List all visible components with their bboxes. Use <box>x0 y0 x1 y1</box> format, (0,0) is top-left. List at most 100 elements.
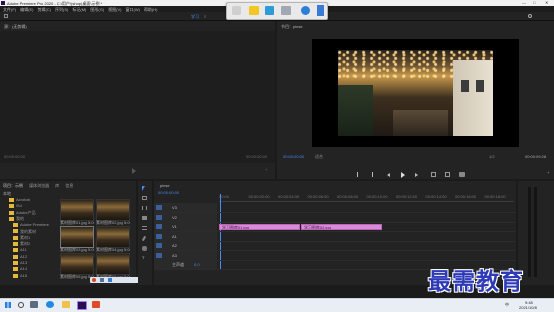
media-thumbnail[interactable] <box>60 199 94 221</box>
hand-icon[interactable] <box>142 246 147 251</box>
folder-item[interactable]: A12 <box>13 254 27 260</box>
folder-item[interactable]: A11 <box>13 247 27 253</box>
premiere-taskbar-icon[interactable] <box>77 301 87 310</box>
folder-item[interactable]: 素材1 <box>13 235 30 241</box>
mark-out-icon[interactable] <box>369 172 373 177</box>
close-button[interactable]: ✕ <box>545 0 548 5</box>
play-icon[interactable] <box>401 172 405 178</box>
timeline-clip[interactable]: 学习图库02.jpg <box>300 223 382 230</box>
new-item-icon[interactable] <box>100 278 104 282</box>
track-header[interactable]: A1 <box>154 231 217 241</box>
program-quality-select[interactable]: 1/2 <box>489 154 495 159</box>
pin-icon[interactable] <box>232 6 241 15</box>
media-thumbnail[interactable] <box>96 199 130 221</box>
folder-icon <box>9 204 14 209</box>
track-target-icon[interactable] <box>156 243 162 248</box>
track-header[interactable]: V1 <box>154 222 217 231</box>
project-tab-media[interactable]: 媒体浏览器 <box>29 183 49 188</box>
program-fit-select[interactable]: 适合 <box>315 154 323 160</box>
project-tab-info[interactable]: 信息 <box>65 183 73 188</box>
source-timecode-left: 00:00:00:00 <box>4 154 26 159</box>
folder-item[interactable]: 素材2 <box>13 241 30 247</box>
track-header[interactable]: V3 <box>154 203 217 212</box>
extract-icon[interactable] <box>445 172 450 177</box>
note-icon[interactable] <box>249 6 259 15</box>
taskbar-search-icon[interactable] <box>18 302 24 308</box>
collapse-icon[interactable] <box>317 5 324 16</box>
track-target-icon[interactable] <box>156 224 162 229</box>
program-tab[interactable]: 节目：pinse <box>281 24 303 30</box>
folder-label: iSd <box>16 203 22 209</box>
minimize-button[interactable]: — <box>522 0 526 5</box>
track-header[interactable]: V2 <box>154 212 217 222</box>
folder-icon <box>13 235 18 240</box>
folder-item[interactable]: A14 <box>13 266 27 272</box>
media-thumbnail[interactable] <box>60 226 94 248</box>
clock-date: 2021/10/8 <box>519 305 537 310</box>
ruler-tick: 00:00:08:00 <box>337 194 359 199</box>
search-icon[interactable] <box>528 14 532 18</box>
screenshot-icon[interactable] <box>281 6 291 15</box>
folder-item[interactable]: Adobe Premiere <box>13 222 49 228</box>
project-tabs: 项目：示例 媒体浏览器 库 信息 <box>3 183 73 189</box>
type-tool-icon[interactable]: T <box>142 255 144 260</box>
ripple-edit-icon[interactable] <box>142 206 147 210</box>
folder-icon <box>13 260 18 265</box>
media-thumbnail[interactable] <box>96 226 130 248</box>
help-icon[interactable] <box>301 6 310 15</box>
source-tab[interactable]: 源：(无剪辑) <box>4 24 27 30</box>
media-thumbnail[interactable] <box>60 253 94 275</box>
start-icon[interactable] <box>5 302 11 308</box>
workspace-tab-learn[interactable]: 学习 <box>191 14 199 20</box>
task-view-icon[interactable] <box>30 301 38 308</box>
razor-icon[interactable] <box>142 216 147 220</box>
ime-indicator[interactable]: 中 <box>505 302 509 308</box>
timeline-tab[interactable]: pinse <box>160 183 170 188</box>
home-icon[interactable] <box>4 14 8 18</box>
program-add-icon[interactable]: + <box>547 170 549 175</box>
step-back-icon[interactable] <box>387 173 390 177</box>
program-monitor: 节目：pinse 00:00:00:00 适合 1/2 00:00:09:28 … <box>277 21 554 179</box>
track-header[interactable]: A3 <box>154 250 217 260</box>
workspace-menu[interactable]: ≡ <box>204 14 206 19</box>
ruler-tick: 00:00:10:00 <box>366 194 388 199</box>
marker-icon[interactable] <box>265 6 274 15</box>
folder-item[interactable]: A13 <box>13 260 27 266</box>
step-forward-icon[interactable] <box>415 173 418 177</box>
slip-icon[interactable] <box>142 226 147 230</box>
pen-icon[interactable] <box>141 235 147 242</box>
app-icon[interactable] <box>92 301 100 308</box>
media-thumbnail[interactable] <box>96 253 130 275</box>
track-target-icon[interactable] <box>156 233 162 239</box>
mark-in-icon[interactable] <box>357 172 361 177</box>
folder-item[interactable]: Adobe产品 <box>9 210 36 216</box>
track-target-icon[interactable] <box>156 214 162 220</box>
folder-item[interactable]: 我的素材 <box>13 229 36 235</box>
folder-item[interactable]: iSd <box>9 203 22 209</box>
source-play-icon[interactable] <box>132 168 136 174</box>
lift-icon[interactable] <box>431 172 436 177</box>
selection-tool-icon[interactable] <box>142 186 145 191</box>
track-select-icon[interactable] <box>142 196 147 200</box>
ruler-tick: 00:00:14:00 <box>425 194 447 199</box>
recycle-icon[interactable] <box>92 278 96 282</box>
project-tab-library[interactable]: 库 <box>55 183 59 188</box>
program-timecode-left: 00:00:00:00 <box>283 154 305 159</box>
track-target-icon[interactable] <box>156 252 162 258</box>
track-header[interactable]: A2 <box>154 241 217 250</box>
folder-item[interactable]: A15 <box>13 273 27 279</box>
export-frame-icon[interactable] <box>459 172 465 177</box>
track-target-icon[interactable] <box>156 205 162 210</box>
timeline-clip[interactable]: 学习图库01.jpg <box>219 223 300 230</box>
track-target-icon[interactable] <box>156 262 162 267</box>
folder-icon[interactable] <box>108 278 112 282</box>
folder-item[interactable]: 我的 <box>9 216 24 222</box>
folder-item[interactable]: Acrobat <box>9 197 30 203</box>
master-volume[interactable]: 0.0 <box>194 262 200 267</box>
maximize-button[interactable]: □ <box>533 0 535 5</box>
source-add-icon[interactable]: + <box>265 167 267 172</box>
project-tab-project[interactable]: 项目：示例 <box>3 183 23 188</box>
explorer-icon[interactable] <box>62 301 70 308</box>
track-header[interactable]: 主声道 0.0 <box>154 260 217 269</box>
edge-icon[interactable] <box>46 301 54 308</box>
